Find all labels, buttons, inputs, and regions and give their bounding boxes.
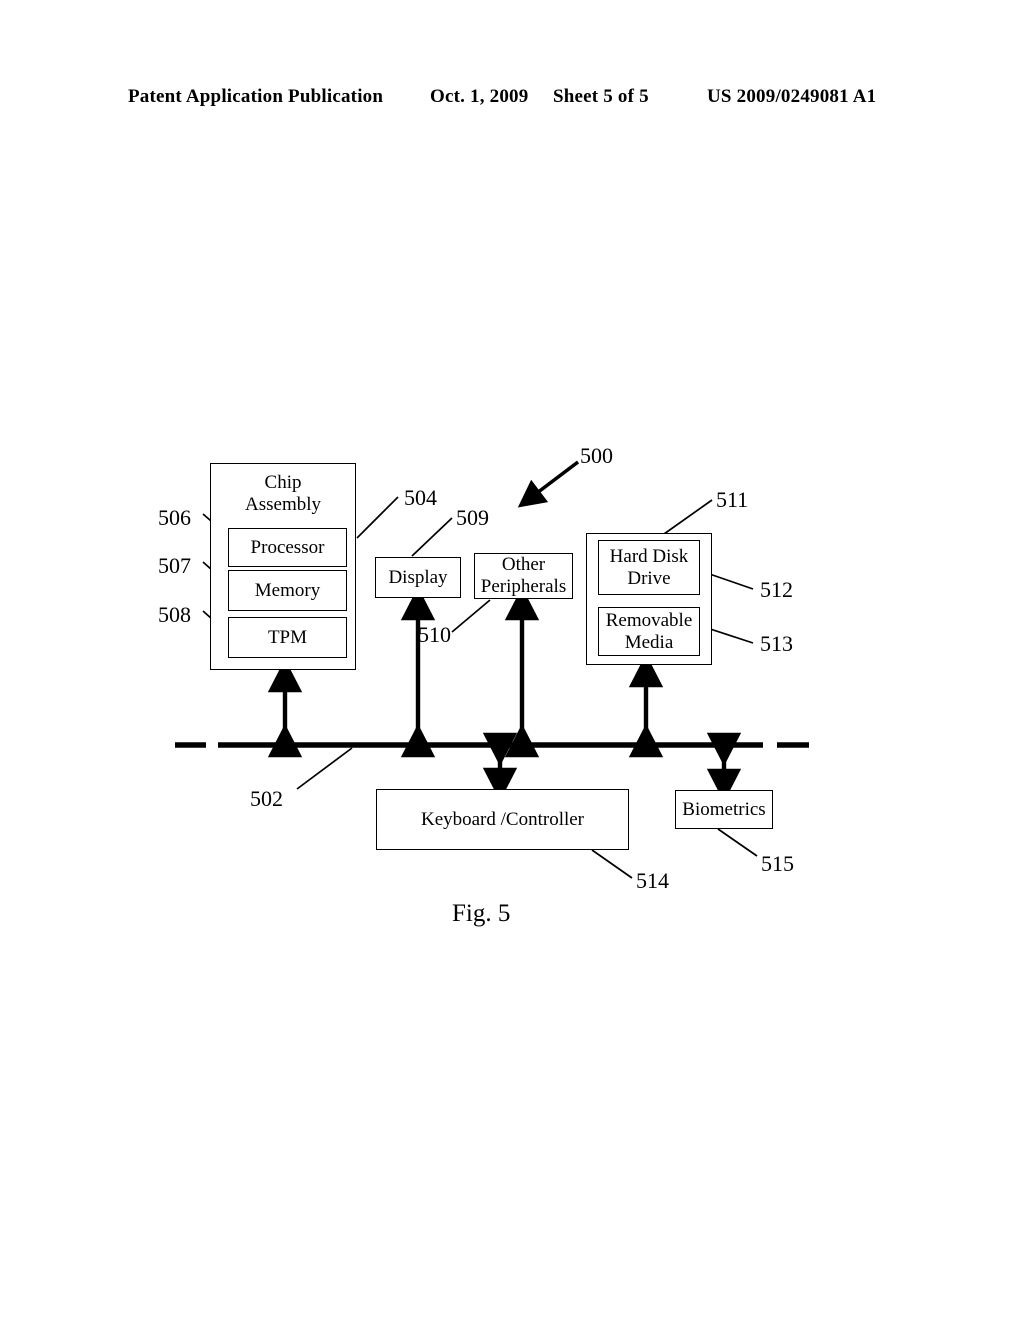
- ref-number-509: 509: [456, 505, 489, 530]
- patent-figure-5: Chip Assembly Processor Memory TPM Displ…: [0, 0, 1024, 1320]
- ref-number-514: 514: [636, 868, 669, 893]
- block-hard-disk-drive-label-line2: Drive: [627, 567, 671, 589]
- block-processor-label: Processor: [250, 536, 325, 558]
- block-memory-label: Memory: [254, 579, 321, 601]
- chip-assembly-title-line1: Chip: [264, 472, 302, 493]
- block-display[interactable]: Display: [375, 557, 461, 598]
- ref-number-508: 508: [158, 602, 191, 627]
- ref-number-511: 511: [716, 487, 749, 512]
- block-tpm-label: TPM: [267, 626, 308, 648]
- system-ref-arrow: [517, 460, 580, 508]
- figure-caption: Fig. 5: [452, 900, 511, 927]
- block-keyboard-controller[interactable]: Keyboard /Controller: [376, 789, 629, 850]
- block-memory[interactable]: Memory: [228, 570, 347, 611]
- block-biometrics[interactable]: Biometrics: [675, 790, 773, 829]
- ref-number-502: 502: [250, 786, 283, 811]
- chip-assembly-title-line2: Assembly: [245, 494, 321, 516]
- block-biometrics-label: Biometrics: [682, 798, 766, 820]
- block-display-label: Display: [388, 566, 448, 588]
- block-chip-assembly-title: Chip Assembly: [211, 472, 355, 516]
- ref-number-500: 500: [580, 443, 613, 468]
- figure-line-art: [175, 460, 809, 879]
- block-hard-disk-drive[interactable]: Hard Disk Drive: [598, 540, 700, 595]
- block-removable-media-label-line2: Media: [624, 631, 674, 653]
- block-other-peripherals-label-line1: Other: [501, 554, 546, 576]
- ref-number-510: 510: [418, 622, 451, 647]
- ref-number-513: 513: [760, 631, 793, 656]
- ref-number-506: 506: [158, 505, 191, 530]
- block-hard-disk-drive-label-line1: Hard Disk: [609, 545, 689, 567]
- ref-number-507: 507: [158, 553, 191, 578]
- ref-number-515: 515: [761, 851, 794, 876]
- block-other-peripherals-label-line2: Peripherals: [480, 576, 567, 597]
- block-removable-media-label-line1: Removable: [605, 609, 693, 631]
- block-other-peripherals[interactable]: Other Peripherals: [474, 553, 573, 599]
- block-removable-media[interactable]: Removable Media: [598, 607, 700, 656]
- ref-number-504: 504: [404, 485, 437, 510]
- block-processor[interactable]: Processor: [228, 528, 347, 567]
- block-tpm[interactable]: TPM: [228, 617, 347, 658]
- ref-number-512: 512: [760, 577, 793, 602]
- block-keyboard-controller-label: Keyboard /Controller: [420, 808, 585, 830]
